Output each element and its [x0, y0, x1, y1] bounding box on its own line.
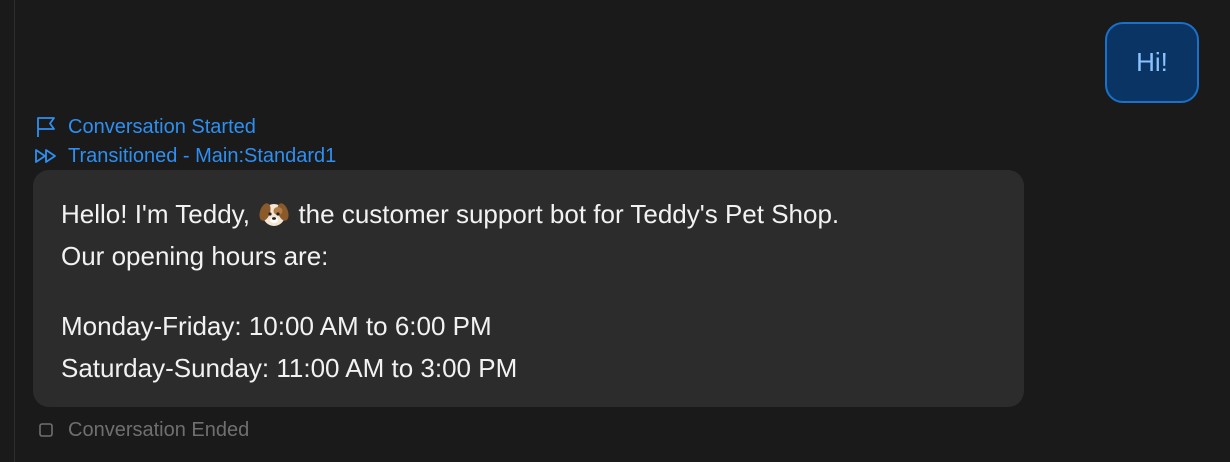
bot-hours-intro: Our opening hours are: [61, 241, 329, 271]
dog-face-emoji [259, 198, 289, 226]
event-label: Transitioned - Main:Standard1 [68, 144, 337, 167]
user-message-text: Hi! [1136, 47, 1168, 77]
event-conversation-started: Conversation Started [34, 114, 256, 140]
user-message-bubble: Hi! [1105, 22, 1199, 103]
event-label: Conversation Started [68, 115, 256, 138]
event-conversation-ended: Conversation Ended [34, 417, 249, 443]
bot-intro-text: the customer support bot for Teddy's Pet… [298, 199, 840, 229]
bot-message-line: Hello! I'm Teddy, the customer support b… [61, 193, 996, 235]
event-label: Conversation Ended [68, 418, 250, 441]
event-transition: Transitioned - Main:Standard1 [34, 143, 336, 169]
bot-greeting-text: Hello! I'm Teddy, [61, 199, 250, 229]
fast-forward-icon [34, 145, 60, 167]
bot-message-bubble: Hello! I'm Teddy, the customer support b… [33, 170, 1024, 407]
flag-icon [34, 116, 60, 138]
hours-weekend: Saturday-Sunday: 11:00 AM to 3:00 PM [61, 353, 518, 383]
square-icon [34, 419, 58, 441]
hours-weekday: Monday-Friday: 10:00 AM to 6:00 PM [61, 311, 492, 341]
